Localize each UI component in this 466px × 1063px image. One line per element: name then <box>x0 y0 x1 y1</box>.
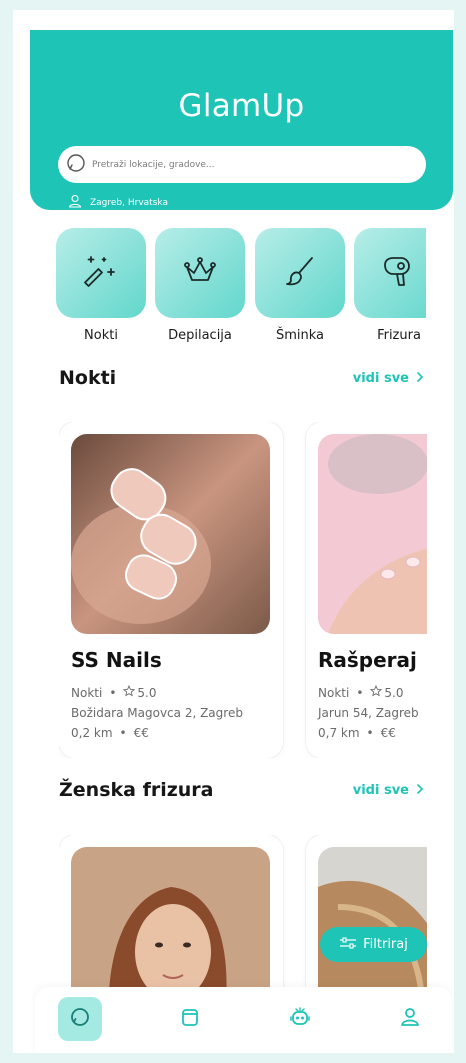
hair-dryer-icon <box>381 253 417 293</box>
salon-card[interactable]: Rašperaj Nokti • 5.0 Jarun 54, Zagreb 0,… <box>306 422 427 758</box>
user-icon <box>399 1006 421 1032</box>
filter-button[interactable]: Filtriraj <box>320 927 427 962</box>
category-sminka[interactable]: Šminka <box>255 228 345 343</box>
section-title: Nokti <box>59 367 117 389</box>
salon-price: €€ <box>380 726 396 740</box>
salon-image <box>71 434 270 634</box>
category-tile[interactable] <box>155 228 245 318</box>
filter-label: Filtriraj <box>363 937 408 952</box>
star-icon <box>123 684 137 700</box>
nav-assistant[interactable] <box>278 997 322 1041</box>
star-icon <box>370 684 384 700</box>
salon-image <box>71 847 270 995</box>
chevron-right-icon <box>409 783 425 798</box>
salon-meta: Nokti • 5.0 <box>71 684 157 700</box>
salon-address: Božidara Magovca 2, Zagreb <box>71 706 243 720</box>
location-selector[interactable]: Zagreb, Hrvatska <box>68 194 168 211</box>
search-bar[interactable] <box>58 146 426 183</box>
user-location-icon <box>68 194 90 211</box>
search-icon <box>69 1006 91 1032</box>
salon-distance-price: 0,2 km • €€ <box>71 726 149 740</box>
salon-carousel-nokti: SS Nails Nokti • 5.0 Božidara Magovca 2,… <box>59 422 427 758</box>
salon-price: €€ <box>133 726 149 740</box>
category-tile[interactable] <box>255 228 345 318</box>
app-title: GlamUp <box>178 88 305 124</box>
category-label: Nokti <box>84 328 118 343</box>
category-nokti[interactable]: Nokti <box>56 228 146 343</box>
nav-search[interactable] <box>58 997 102 1041</box>
salon-address: Jarun 54, Zagreb <box>318 706 419 720</box>
salon-card[interactable] <box>306 835 427 995</box>
category-tile[interactable] <box>354 228 426 318</box>
header: GlamUp Zagreb, Hrvatska <box>30 30 453 210</box>
section-header-zenska-frizura: Ženska frizura vidi sve <box>59 779 425 801</box>
salon-card[interactable]: SS Nails Nokti • 5.0 Božidara Magovca 2,… <box>59 422 283 758</box>
magic-wand-icon <box>83 253 119 293</box>
salon-image <box>318 434 427 634</box>
sliders-icon <box>339 936 363 953</box>
calendar-icon <box>179 1006 201 1032</box>
category-depilacija[interactable]: Depilacija <box>155 228 245 343</box>
see-all-label: vidi sve <box>352 782 409 798</box>
salon-card[interactable] <box>59 835 283 995</box>
salon-distance-price: 0,7 km • €€ <box>318 726 396 740</box>
location-label: Zagreb, Hrvatska <box>90 197 168 208</box>
robot-icon <box>289 1006 311 1032</box>
app-screen: GlamUp Zagreb, Hrvatska <box>13 10 454 1053</box>
see-all-link[interactable]: vidi sve <box>353 371 425 386</box>
nav-calendar[interactable] <box>168 997 212 1041</box>
salon-distance: 0,7 km <box>318 726 360 740</box>
salon-carousel-zenska-frizura <box>59 835 427 995</box>
nav-profile[interactable] <box>388 997 432 1041</box>
salon-meta: Nokti • 5.0 <box>318 684 404 700</box>
brush-icon <box>282 253 318 293</box>
bottom-nav <box>35 987 452 1053</box>
category-label: Depilacija <box>168 328 232 343</box>
salon-rating: 5.0 <box>384 685 404 700</box>
see-all-label: vidi sve <box>352 370 409 386</box>
salon-rating: 5.0 <box>137 685 157 700</box>
salon-category: Nokti <box>71 685 103 700</box>
category-label: Frizura <box>377 328 421 343</box>
category-frizura[interactable]: Frizura <box>354 228 426 343</box>
category-label: Šminka <box>275 328 325 343</box>
salon-name: SS Nails <box>71 648 162 672</box>
category-list: Nokti Depilacija Šminka Frizura <box>56 228 426 358</box>
category-tile[interactable] <box>56 228 146 318</box>
search-input[interactable] <box>92 159 412 170</box>
section-header-nokti: Nokti vidi sve <box>59 367 425 389</box>
salon-category: Nokti <box>318 685 350 700</box>
salon-image <box>318 847 427 995</box>
salon-name: Rašperaj <box>318 648 417 672</box>
crown-icon <box>182 253 218 293</box>
search-icon <box>66 153 86 177</box>
chevron-right-icon <box>409 371 425 386</box>
salon-distance: 0,2 km <box>71 726 113 740</box>
see-all-link[interactable]: vidi sve <box>353 783 425 798</box>
section-title: Ženska frizura <box>59 779 214 801</box>
